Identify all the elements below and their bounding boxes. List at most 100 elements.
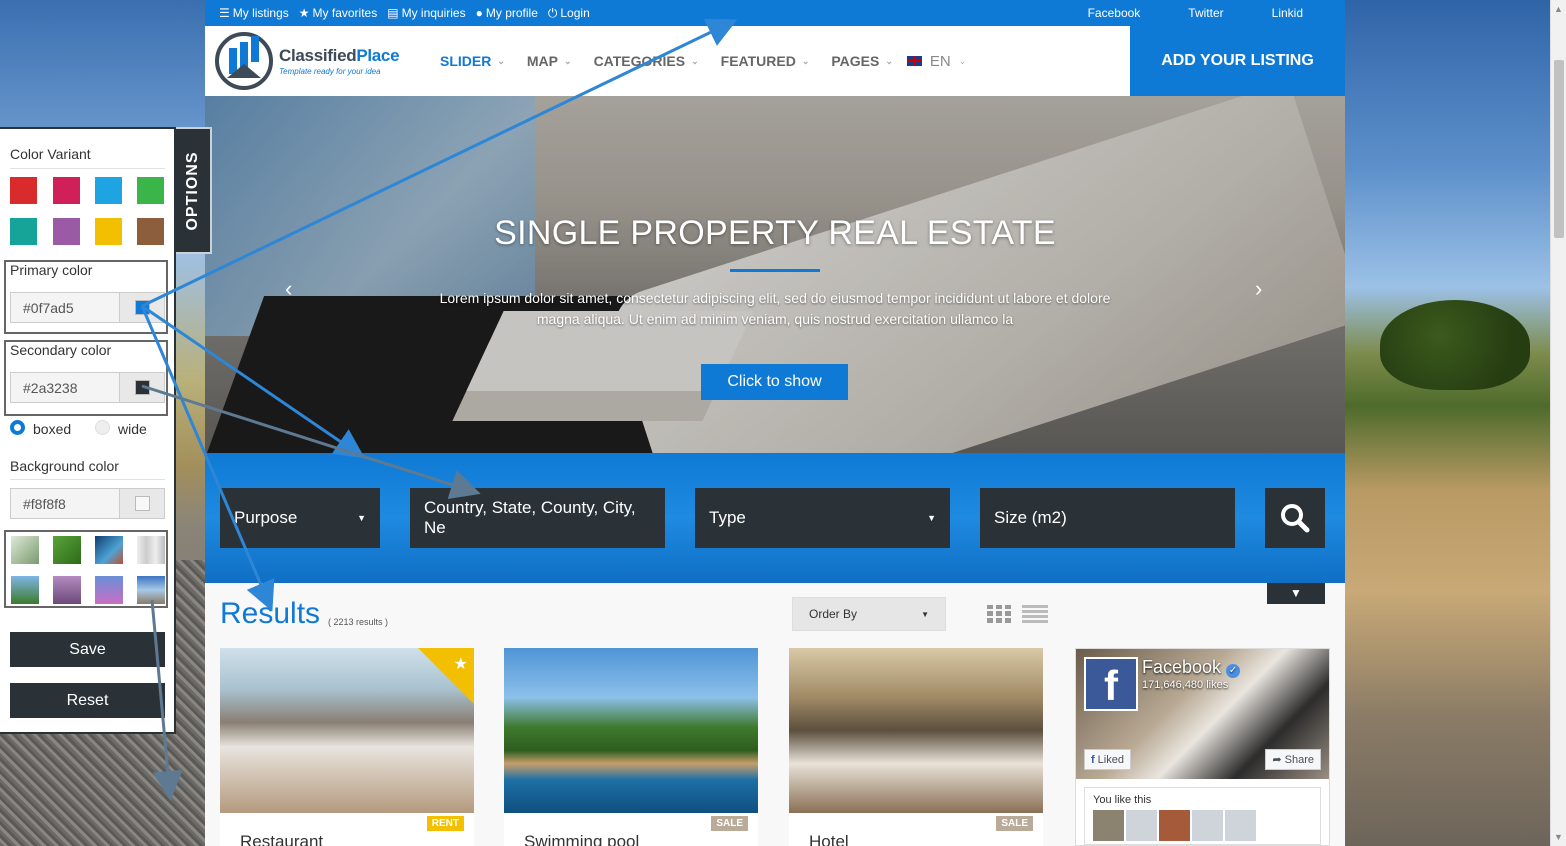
language-selector[interactable]: EN ⌄	[906, 53, 967, 70]
list-icon: ☰	[219, 6, 230, 20]
bg-thumb-road[interactable]	[137, 576, 165, 604]
my-inquiries-link[interactable]: ▤ My inquiries	[387, 6, 465, 21]
site-container: ☰ My listings ★ My favorites ▤ My inquiries…	[205, 0, 1345, 846]
linkedin-link[interactable]: Linkid	[1272, 6, 1303, 20]
avatar[interactable]	[1126, 810, 1157, 841]
primary-color-label: Primary color	[10, 262, 93, 278]
swatch-green[interactable]	[137, 177, 164, 204]
swatch-blue[interactable]	[95, 177, 122, 204]
nav-slider[interactable]: SLIDER ⌄	[440, 53, 505, 69]
twitter-link[interactable]: Twitter	[1188, 6, 1223, 20]
order-by-select[interactable]: Order By ▼	[792, 597, 946, 631]
nav-categories[interactable]: CATEGORIES ⌄	[594, 53, 699, 69]
chevron-down-icon: ⌄	[958, 55, 967, 66]
search-button[interactable]	[1265, 488, 1325, 548]
avatar[interactable]	[1192, 810, 1223, 841]
listing-title[interactable]: Swimming pool	[524, 832, 639, 846]
listing-card[interactable]: SALE Hotel	[789, 648, 1043, 846]
login-link[interactable]: ⏻ Login	[548, 6, 590, 21]
slider-prev-icon[interactable]: ‹	[285, 276, 292, 302]
caret-down-icon: ▼	[921, 609, 929, 619]
boxed-radio[interactable]	[10, 420, 25, 435]
click-to-show-button[interactable]: Click to show	[701, 364, 848, 400]
size-input[interactable]: Size (m2)	[980, 488, 1235, 548]
swatch-red[interactable]	[10, 177, 37, 204]
swatch-purple[interactable]	[53, 218, 80, 245]
swimming-pool-image	[504, 648, 758, 813]
status-badge: SALE	[711, 816, 748, 831]
my-profile-link[interactable]: ● My profile	[476, 6, 538, 21]
background-color-picker[interactable]	[119, 489, 164, 518]
slide-title: SINGLE PROPERTY REAL ESTATE	[494, 214, 1056, 252]
scroll-thumb[interactable]	[1554, 60, 1564, 238]
slider-next-icon[interactable]: ›	[1255, 276, 1262, 302]
background-landscape	[1345, 0, 1550, 846]
facebook-liked-button[interactable]: f Liked	[1084, 749, 1131, 770]
facebook-logo-icon[interactable]: f	[1084, 657, 1138, 711]
logo-tagline: Template ready for your idea	[279, 67, 381, 76]
chevron-down-icon: ⌄	[691, 55, 699, 66]
color-swatch-icon	[134, 380, 150, 395]
type-select[interactable]: Type ▼	[695, 488, 950, 548]
secondary-color-picker[interactable]	[119, 373, 164, 402]
swatch-brown[interactable]	[137, 218, 164, 245]
bg-thumb-sky[interactable]	[95, 576, 123, 604]
wide-radio[interactable]	[95, 420, 110, 435]
facebook-share-button[interactable]: ➦ Share	[1265, 749, 1321, 770]
bg-thumb-curtain[interactable]	[137, 536, 165, 564]
avatar[interactable]	[1159, 810, 1190, 841]
boxed-label[interactable]: boxed	[33, 421, 71, 437]
listing-title[interactable]: Restaurant	[240, 832, 323, 846]
user-icon: ●	[475, 6, 483, 20]
page-scrollbar[interactable]: ▲ ▼	[1550, 0, 1566, 846]
add-listing-button[interactable]: ADD YOUR LISTING	[1130, 26, 1345, 96]
avatar[interactable]	[1225, 810, 1256, 841]
bg-thumb-sea[interactable]	[95, 536, 123, 564]
nav-pages[interactable]: PAGES ⌄	[831, 53, 893, 69]
nav-map[interactable]: MAP ⌄	[527, 53, 572, 69]
search-icon	[1281, 504, 1310, 533]
my-favorites-link[interactable]: ★ My favorites	[299, 6, 377, 21]
my-listings-link[interactable]: ☰ My listings	[219, 6, 289, 21]
color-swatch-icon	[134, 496, 150, 511]
wide-label[interactable]: wide	[118, 421, 147, 437]
scroll-down-icon[interactable]: ▼	[1554, 832, 1563, 842]
star-icon: ★	[453, 656, 468, 673]
options-panel: Color Variant Primary color #0f7ad5 Seco…	[0, 127, 176, 734]
nav-featured[interactable]: FEATURED ⌄	[721, 53, 810, 69]
uk-flag-icon	[906, 56, 922, 66]
listing-card[interactable]: ★ RENT Restaurant	[220, 648, 474, 846]
save-button[interactable]: Save	[10, 632, 165, 667]
list-view-icon[interactable]	[1022, 605, 1048, 623]
listing-card[interactable]: SALE Swimming pool	[504, 648, 758, 846]
facebook-cover-image: f Facebook ✓ 171,646,480 likes f Liked ➦ S…	[1076, 649, 1329, 779]
bg-thumb-field[interactable]	[11, 576, 39, 604]
swatch-teal[interactable]	[10, 218, 37, 245]
secondary-color-input[interactable]: #2a3238	[10, 372, 165, 403]
status-badge: RENT	[426, 816, 464, 831]
facebook-link[interactable]: Facebook	[1088, 6, 1141, 20]
background-color-input[interactable]: #f8f8f8	[10, 488, 165, 519]
facebook-page-name[interactable]: Facebook ✓	[1142, 657, 1241, 678]
purpose-select[interactable]: Purpose ▼	[220, 488, 380, 548]
primary-color-input[interactable]: #0f7ad5	[10, 292, 165, 323]
star-icon: ★	[298, 6, 310, 20]
reset-button[interactable]: Reset	[10, 683, 165, 718]
options-toggle-tab[interactable]: OPTIONS	[176, 127, 212, 254]
bg-thumb-lavender[interactable]	[53, 576, 81, 604]
avatar[interactable]	[1093, 810, 1124, 841]
slide-text: Lorem ipsum dolor sit amet, consectetur …	[439, 290, 1111, 327]
color-swatch-icon	[134, 300, 150, 315]
swatch-pink[interactable]	[53, 177, 80, 204]
scroll-up-icon[interactable]: ▲	[1554, 4, 1563, 14]
bg-thumb-plants[interactable]	[11, 536, 39, 564]
swatch-yellow[interactable]	[95, 218, 122, 245]
location-input[interactable]: Country, State, County, City, Ne	[410, 488, 665, 548]
bg-thumb-grass[interactable]	[53, 536, 81, 564]
site-logo[interactable]: ClassifiedPlace Template ready for your …	[215, 32, 420, 90]
primary-color-picker[interactable]	[119, 293, 164, 322]
grid-view-icon[interactable]	[987, 605, 1011, 623]
background-tree	[1380, 300, 1530, 390]
listing-title[interactable]: Hotel	[809, 832, 849, 846]
chevron-down-icon: ⌄	[885, 55, 893, 66]
